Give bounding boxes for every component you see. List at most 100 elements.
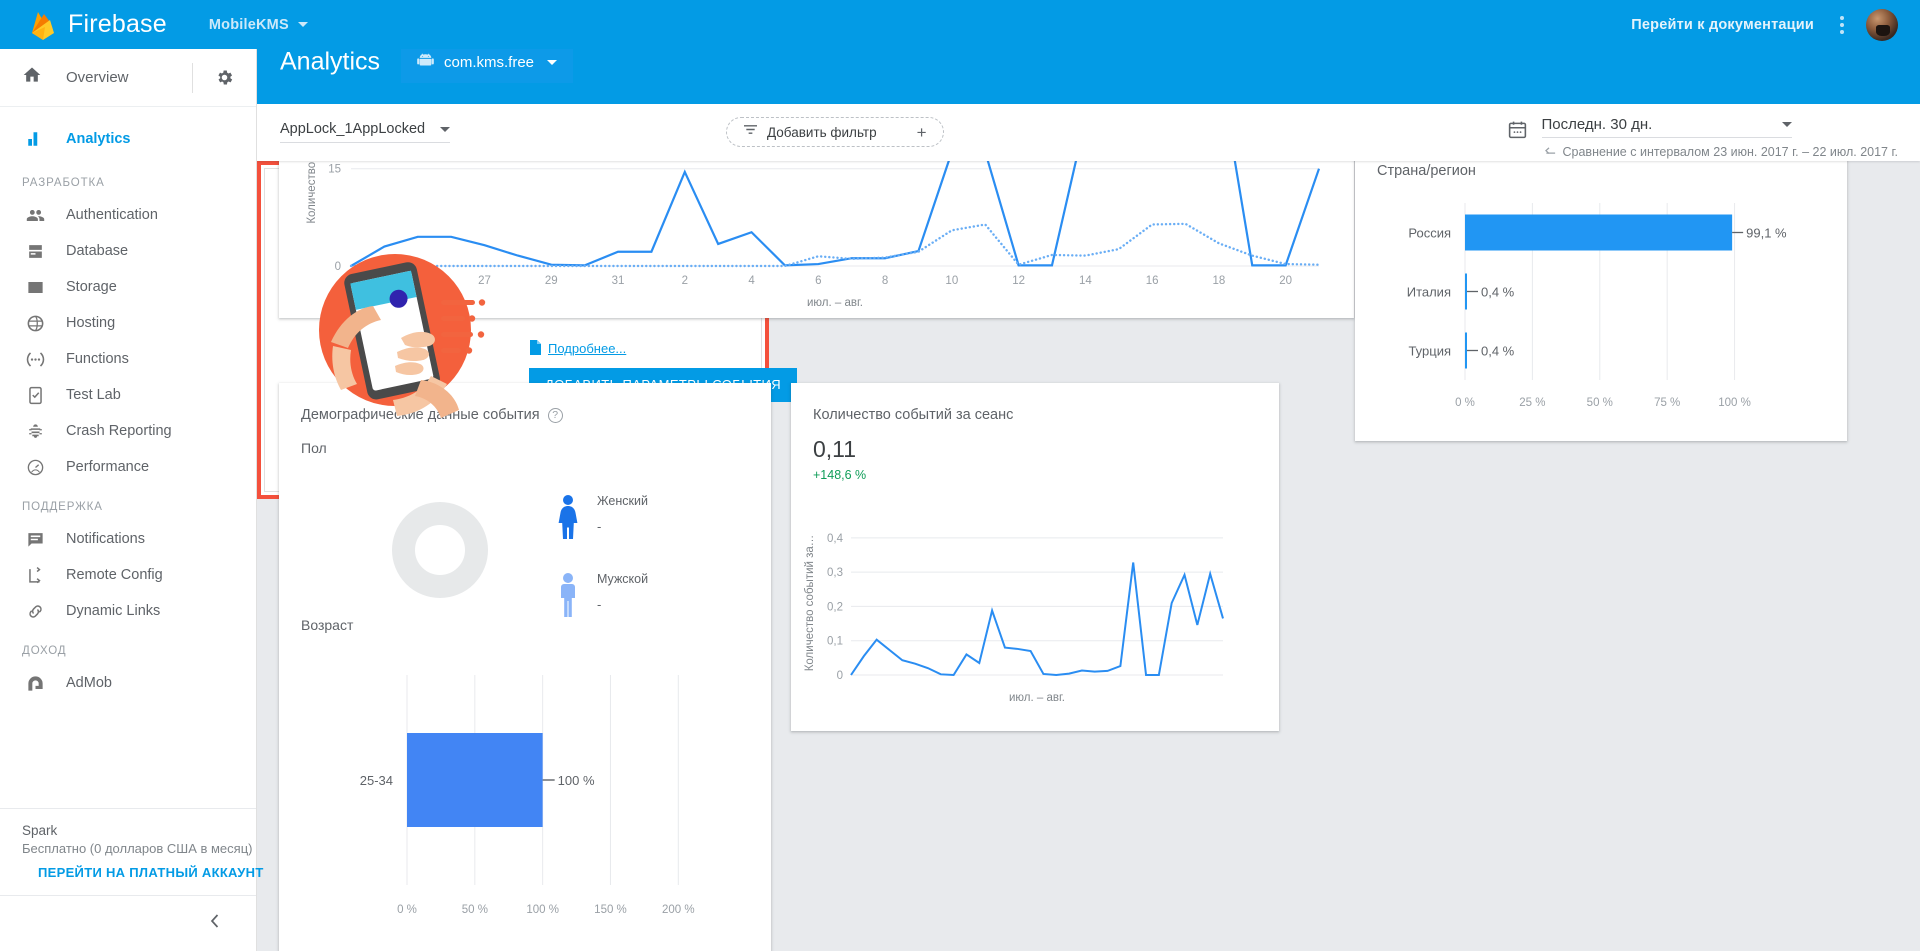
app-name: com.kms.free [444, 54, 535, 71]
event-select[interactable]: AppLock_1AppLocked [280, 121, 450, 143]
svg-text:25-34: 25-34 [360, 773, 393, 788]
avatar[interactable] [1866, 8, 1898, 41]
events-per-session-chart: 0 0,1 0,2 0,3 0,4 июл. – авг. Количество событ… [804, 533, 1224, 704]
eps-value: 0,11 [813, 436, 857, 462]
svg-text:Россия: Россия [1408, 226, 1451, 241]
image-folder-icon [22, 278, 48, 297]
filter-icon [743, 123, 758, 141]
device-check-icon [22, 386, 48, 405]
svg-text:0,4 %: 0,4 % [1481, 344, 1515, 359]
date-range-select[interactable]: Последн. 30 дн. [1541, 116, 1792, 138]
chevron-down-icon [1781, 122, 1792, 127]
calendar-icon [1507, 119, 1528, 159]
female-icon [558, 495, 578, 539]
compare-arrow-icon [1542, 145, 1556, 159]
svg-text:10: 10 [945, 275, 958, 287]
country-title: Страна/регион [1377, 163, 1476, 179]
svg-text:100 %: 100 % [526, 904, 559, 916]
chevron-down-icon [547, 60, 558, 65]
sidebar-label: Performance [66, 459, 150, 475]
svg-text:20: 20 [1279, 275, 1292, 287]
brand-name: Firebase [68, 10, 167, 38]
sidebar-label: Test Lab [66, 387, 121, 403]
sidebar-item-dynamic-links[interactable]: Dynamic Links [0, 593, 256, 629]
demographics-card: Демографические данные события? Пол Женс… [279, 383, 771, 951]
svg-text:Турция: Турция [1408, 344, 1451, 359]
svg-text:6: 6 [815, 275, 821, 287]
plan-name: Spark [22, 823, 58, 838]
sidebar-item-authentication[interactable]: Authentication [0, 197, 256, 233]
svg-text:15: 15 [328, 164, 341, 176]
message-icon [22, 530, 48, 549]
sidebar-item-functions[interactable]: Functions [0, 341, 256, 377]
svg-text:12: 12 [1012, 275, 1025, 287]
eps-delta: +148,6 % [813, 468, 867, 482]
svg-text:16: 16 [1146, 275, 1159, 287]
add-filter-button[interactable]: Добавить фильтр + [726, 117, 944, 147]
date-comparison-text: Сравнение с интервалом 23 июн. 2017 г. –… [1562, 145, 1899, 159]
plus-icon: + [916, 122, 927, 142]
svg-text:100 %: 100 % [558, 773, 595, 788]
filter-bar: AppLock_1AppLocked Добавить фильтр + Пос… [257, 104, 1920, 161]
legend-value: - [597, 519, 602, 534]
sidebar-item-admob[interactable]: AdMob [0, 665, 256, 701]
svg-text:100 %: 100 % [1718, 397, 1751, 409]
sidebar-item-notifications[interactable]: Notifications [0, 521, 256, 557]
home-icon [22, 65, 48, 90]
speedometer-icon [22, 458, 48, 477]
event-select-value: AppLock_1AppLocked [280, 121, 426, 137]
country-region-card: Страна/регион 0 % 25 % 50 % 75 % 100 % Россия… [1355, 141, 1847, 441]
sidebar-label: Database [66, 243, 129, 259]
project-name[interactable]: MobileKMS [209, 17, 289, 33]
svg-text:0,4: 0,4 [827, 533, 844, 545]
svg-text:25 %: 25 % [1519, 397, 1545, 409]
top-app-bar: Firebase MobileKMS Перейти к документаци… [0, 0, 1920, 49]
svg-text:0: 0 [837, 670, 843, 682]
sidebar-collapse-bar [0, 895, 256, 951]
sidebar-item-test-lab[interactable]: Test Lab [0, 377, 256, 413]
svg-text:4: 4 [748, 275, 755, 287]
project-chevron-down-icon[interactable] [297, 22, 308, 27]
country-region-chart: 0 % 25 % 50 % 75 % 100 % Россия 99,1 % Италия 0,… [1407, 203, 1787, 409]
svg-text:50 %: 50 % [1587, 397, 1613, 409]
date-comparison: Сравнение с интервалом 23 июн. 2017 г. –… [1542, 145, 1899, 159]
functions-icon [22, 350, 48, 369]
sidebar-label: Dynamic Links [66, 603, 161, 619]
sidebar-item-hosting[interactable]: Hosting [0, 305, 256, 341]
svg-text:31: 31 [612, 275, 625, 287]
svg-text:2: 2 [682, 275, 688, 287]
legend-name: Женский [597, 494, 648, 508]
database-icon [22, 242, 48, 261]
people-icon [22, 206, 48, 225]
docs-link[interactable]: Перейти к документации [1631, 17, 1814, 33]
svg-text:14: 14 [1079, 275, 1092, 287]
svg-text:Количество событий за…: Количество событий за… [804, 535, 816, 672]
sidebar-section-title: ДОХОД [22, 645, 67, 657]
sidebar-item-crash-reporting[interactable]: Crash Reporting [0, 413, 256, 449]
sidebar-item-performance[interactable]: Performance [0, 449, 256, 485]
sidebar-item-database[interactable]: Database [0, 233, 256, 269]
admob-icon [22, 674, 48, 693]
sidebar-label: Storage [66, 279, 117, 295]
settings-gear-icon[interactable] [192, 62, 234, 93]
chevron-left-icon[interactable] [208, 912, 222, 936]
svg-text:99,1 %: 99,1 % [1746, 226, 1787, 241]
dashboard-body: 0153023252729312468101214161820июл. – ав… [257, 66, 1920, 951]
svg-text:0,4 %: 0,4 % [1481, 285, 1515, 300]
svg-text:0,2: 0,2 [827, 601, 843, 613]
svg-text:18: 18 [1212, 275, 1225, 287]
sidebar-item-remote-config[interactable]: Remote Config [0, 557, 256, 593]
sidebar-label: Analytics [66, 131, 131, 147]
promo-learn-more-link[interactable]: Подробнее... [529, 339, 797, 358]
sidebar-section-title: РАЗРАБОТКА [22, 177, 105, 189]
help-icon[interactable]: ? [547, 407, 563, 423]
sidebar-label: Remote Config [66, 567, 163, 583]
svg-text:июл. – авг.: июл. – авг. [1009, 692, 1065, 704]
android-icon [417, 52, 434, 73]
sidebar-item-storage[interactable]: Storage [0, 269, 256, 305]
sidebar-item-overview[interactable]: Overview [0, 49, 256, 107]
sidebar-item-analytics[interactable]: Analytics [0, 121, 256, 157]
more-options-icon[interactable] [1840, 15, 1844, 34]
upgrade-plan-button[interactable]: ПЕРЕЙТИ НА ПЛАТНЫЙ АККАУНТ [38, 865, 263, 880]
bar-chart-icon [22, 130, 48, 148]
